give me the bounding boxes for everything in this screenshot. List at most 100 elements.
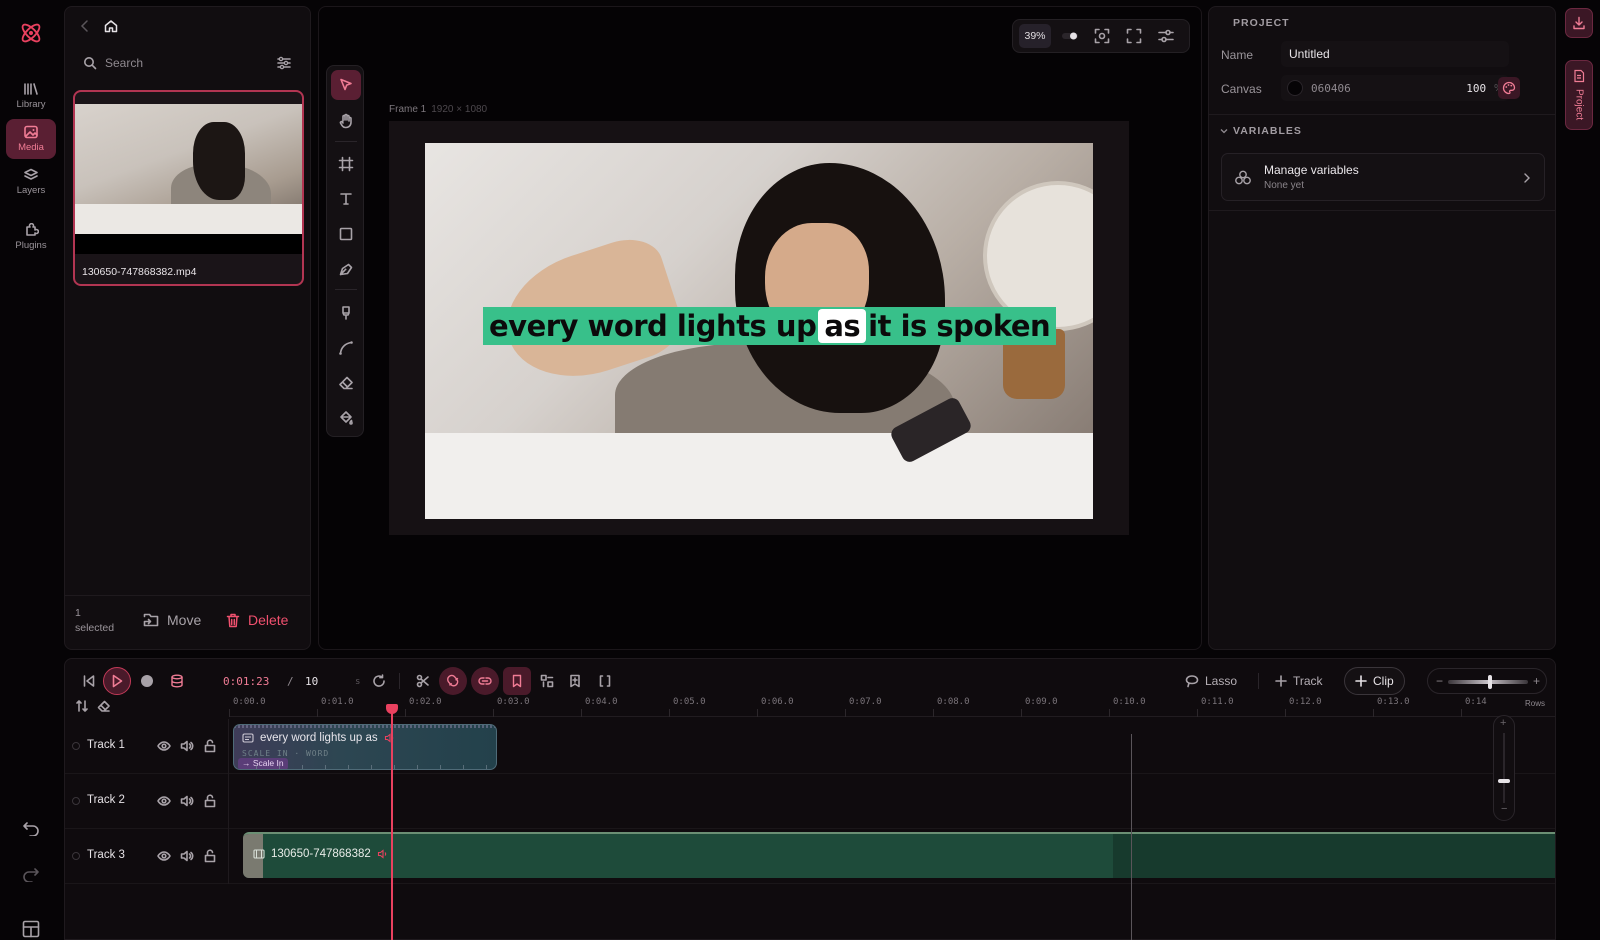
view-settings-icon[interactable] xyxy=(1153,24,1179,48)
current-time[interactable]: 0:01:23 xyxy=(223,675,269,688)
volume-icon[interactable] xyxy=(180,739,194,753)
back-icon[interactable] xyxy=(79,19,91,33)
duration-value[interactable]: 10 xyxy=(305,675,318,688)
fullscreen-icon[interactable] xyxy=(1121,24,1147,48)
rail-layers-label: Layers xyxy=(16,185,46,196)
bookmark-button[interactable] xyxy=(503,667,531,695)
text-tool[interactable] xyxy=(331,184,361,214)
add-track-button[interactable]: Track xyxy=(1265,667,1333,695)
frame-tool[interactable] xyxy=(331,149,361,179)
add-marker-button[interactable] xyxy=(561,667,589,695)
pen-tool[interactable] xyxy=(331,254,361,284)
hand-tool[interactable] xyxy=(331,106,361,136)
add-track-label: Track xyxy=(1293,674,1323,688)
eye-icon[interactable] xyxy=(157,849,171,863)
filter-icon[interactable] xyxy=(277,56,291,70)
rows-minus-icon[interactable]: − xyxy=(1501,803,1507,815)
redo-icon[interactable] xyxy=(22,866,40,882)
split-button[interactable] xyxy=(409,667,437,695)
track-name[interactable]: Track 2 xyxy=(87,794,125,806)
track-select-dot[interactable] xyxy=(72,742,80,750)
unlock-icon[interactable] xyxy=(203,794,217,808)
color-picker-button[interactable] xyxy=(1498,77,1520,99)
curve-tool[interactable] xyxy=(331,333,361,363)
focus-icon[interactable] xyxy=(1089,24,1115,48)
eye-icon[interactable] xyxy=(157,794,171,808)
sort-icon[interactable] xyxy=(75,699,89,713)
skip-start-button[interactable] xyxy=(75,667,103,695)
canvas-opacity-value[interactable]: 100 xyxy=(1466,82,1486,95)
track-name[interactable]: Track 1 xyxy=(87,739,125,751)
artboard[interactable]: every word lights up as it is spoken xyxy=(389,121,1129,535)
playhead[interactable] xyxy=(391,704,393,940)
zoom-slider[interactable]: − + xyxy=(1427,668,1547,694)
record-button[interactable] xyxy=(133,667,161,695)
track-name[interactable]: Track 3 xyxy=(87,849,125,861)
export-button[interactable] xyxy=(1565,8,1593,38)
search-input[interactable]: Search xyxy=(75,47,300,79)
project-side-tab[interactable]: Project xyxy=(1565,60,1593,130)
delete-button[interactable]: Delete xyxy=(226,612,288,628)
undo-icon[interactable] xyxy=(22,820,40,836)
play-icon xyxy=(112,674,123,688)
unlock-icon[interactable] xyxy=(203,849,217,863)
rail-plugins[interactable]: Plugins xyxy=(6,217,56,257)
link-button[interactable] xyxy=(471,667,499,695)
text-clip[interactable]: every word lights up as SCALE IN · WORD … xyxy=(233,724,497,770)
media-panel: Search 130650-747868382.mp4 1 selected M… xyxy=(64,6,311,650)
home-icon[interactable] xyxy=(103,18,119,34)
move-button[interactable]: Move xyxy=(143,612,201,628)
canvas-color-field[interactable]: 060406 100 % xyxy=(1281,75,1509,101)
lasso-button[interactable]: Lasso xyxy=(1175,667,1247,695)
frame-name: Frame 1 xyxy=(389,104,427,115)
zoom-slider-handle[interactable] xyxy=(1488,675,1492,689)
rows-slider-handle[interactable] xyxy=(1498,779,1510,783)
media-icon xyxy=(24,125,38,139)
project-name-input[interactable]: Untitled xyxy=(1281,41,1509,67)
loop-button[interactable] xyxy=(365,667,393,695)
volume-icon[interactable] xyxy=(180,794,194,808)
zoom-out-icon[interactable]: − xyxy=(1436,674,1443,688)
brush-tool[interactable] xyxy=(331,298,361,328)
media-thumbnail xyxy=(75,104,302,234)
brackets-button[interactable] xyxy=(591,667,619,695)
volume-icon[interactable] xyxy=(180,849,194,863)
caption-clip-icon xyxy=(242,733,254,743)
ruler-tick-label: 0:01.0 xyxy=(321,697,354,707)
render-cache-button[interactable] xyxy=(163,667,191,695)
rows-plus-icon[interactable]: + xyxy=(1500,717,1506,729)
timeline-ruler[interactable]: 0:00.0 0:01.0 0:02.0 0:03.0 0:04.0 0:05.0 0:06… xyxy=(229,693,1555,717)
magnet-button[interactable] xyxy=(439,667,467,695)
play-button[interactable] xyxy=(103,667,131,695)
eraser-small-icon[interactable] xyxy=(97,699,111,713)
layout-icon[interactable] xyxy=(22,920,40,938)
track-select-dot[interactable] xyxy=(72,852,80,860)
fill-tool[interactable] xyxy=(331,403,361,433)
media-item-card[interactable]: 130650-747868382.mp4 xyxy=(73,90,304,286)
track-select-dot[interactable] xyxy=(72,797,80,805)
eye-icon[interactable] xyxy=(157,739,171,753)
rows-slider[interactable]: + − xyxy=(1493,715,1517,831)
eraser-tool[interactable] xyxy=(331,368,361,398)
caption-text[interactable]: every word lights up as it is spoken xyxy=(483,307,1057,345)
app-logo[interactable] xyxy=(18,20,44,46)
video-preview[interactable]: every word lights up as it is spoken xyxy=(425,143,1093,519)
select-tool[interactable] xyxy=(331,70,361,100)
canvas-color-value[interactable]: 060406 xyxy=(1311,82,1351,95)
rectangle-tool[interactable] xyxy=(331,219,361,249)
toggle-icon[interactable] xyxy=(1057,24,1083,48)
zoom-in-icon[interactable]: + xyxy=(1533,674,1540,688)
zoom-level[interactable]: 39% xyxy=(1019,24,1051,48)
video-clip[interactable]: 130650-747868382 xyxy=(243,832,1555,878)
manage-variables-button[interactable]: Manage variables None yet xyxy=(1221,153,1545,201)
unlock-icon[interactable] xyxy=(203,739,217,753)
rail-layers[interactable]: Layers xyxy=(6,162,56,202)
rail-library[interactable]: Library xyxy=(6,76,56,116)
canvas-color-swatch[interactable] xyxy=(1287,80,1303,96)
group-button[interactable] xyxy=(533,667,561,695)
variables-collapse-icon[interactable] xyxy=(1219,126,1229,136)
frame-size: 1920 × 1080 xyxy=(431,104,488,115)
rail-media[interactable]: Media xyxy=(6,119,56,159)
add-clip-button[interactable]: Clip xyxy=(1344,667,1405,695)
ruler-tick xyxy=(1021,709,1022,717)
